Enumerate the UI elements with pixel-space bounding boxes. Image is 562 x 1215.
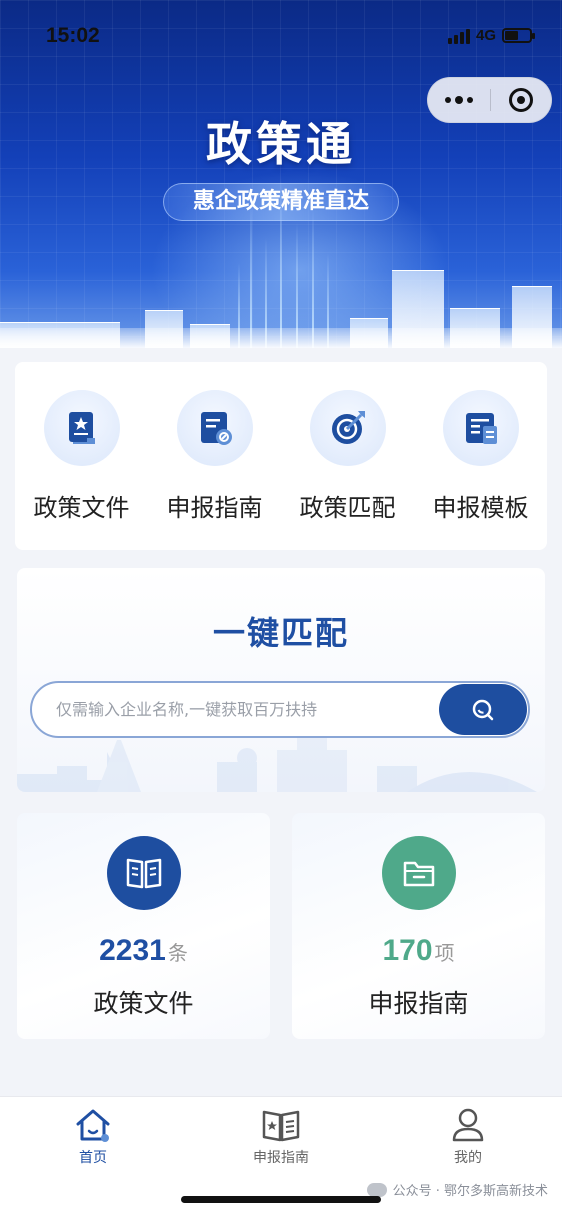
app-subtitle: 惠企政策精准直达 — [163, 183, 399, 221]
dot-icon — [455, 96, 463, 104]
match-title: 一键匹配 — [212, 614, 349, 652]
menu-label: 申报指南 — [166, 494, 263, 522]
light-beam — [312, 208, 314, 348]
signal-icon — [447, 28, 470, 44]
stat-count: 170 项 — [292, 934, 545, 970]
quick-menu: 政策文件 申报指南 政策匹配 申报模板 — [15, 362, 547, 550]
watermark-text: 公众号 · 鄂尔多斯高新技术 — [392, 1184, 548, 1199]
policy-document-icon — [43, 390, 120, 466]
tab-label: 申报指南 — [253, 1150, 309, 1166]
dot-icon — [445, 97, 451, 103]
folder-icon — [381, 836, 456, 910]
dot-icon — [467, 97, 473, 103]
watermark: 公众号 · 鄂尔多斯高新技术 — [366, 1180, 548, 1199]
user-icon — [398, 1105, 538, 1143]
stat-label: 政策文件 — [93, 989, 194, 1018]
policy-count: 2231 — [99, 934, 166, 967]
wechat-icon — [366, 1182, 387, 1197]
tab-label: 我的 — [454, 1150, 482, 1166]
guide-count-unit: 项 — [434, 941, 455, 965]
guide-count: 170 — [382, 934, 433, 967]
menu-item-policy-files[interactable]: 政策文件 — [22, 390, 142, 523]
banner-ground — [0, 328, 562, 348]
open-book-icon — [106, 836, 181, 910]
menu-item-template[interactable]: 申报模板 — [421, 390, 541, 523]
policy-count-unit: 条 — [167, 941, 188, 965]
header-banner: 15:02 4G 政策通 惠企政策精准直达 — [0, 0, 562, 348]
template-icon — [442, 390, 519, 466]
search-bar — [30, 681, 530, 738]
home-indicator — [181, 1196, 381, 1203]
application-guide-icon — [176, 390, 253, 466]
menu-item-application-guide[interactable]: 申报指南 — [155, 390, 275, 523]
battery-icon — [502, 28, 535, 43]
status-icons: 4G — [447, 27, 535, 44]
tab-application-guide[interactable]: 申报指南 — [211, 1105, 351, 1167]
home-icon — [23, 1105, 163, 1143]
menu-label: 政策匹配 — [299, 494, 396, 522]
search-button[interactable] — [439, 684, 527, 735]
menu-label: 申报模板 — [432, 494, 529, 522]
menu-label: 政策文件 — [33, 494, 130, 522]
tab-label: 首页 — [79, 1150, 107, 1166]
target-match-icon — [309, 390, 386, 466]
app-title: 政策通 — [206, 117, 356, 171]
tab-home[interactable]: 首页 — [23, 1105, 163, 1167]
network-label: 4G — [475, 27, 496, 44]
menu-item-policy-match[interactable]: 政策匹配 — [288, 390, 408, 523]
stat-card-policies[interactable]: 2231 条 政策文件 — [17, 813, 270, 1039]
stat-label: 申报指南 — [368, 989, 469, 1018]
company-search-input[interactable] — [56, 683, 426, 736]
guide-book-icon — [211, 1105, 351, 1143]
stat-count: 2231 条 — [17, 934, 270, 970]
one-key-match-card: 一键匹配 — [17, 568, 545, 792]
status-bar: 15:02 4G — [0, 0, 562, 70]
stat-card-guides[interactable]: 170 项 申报指南 — [292, 813, 545, 1039]
status-time: 15:02 — [46, 24, 100, 47]
search-icon — [472, 699, 494, 720]
tab-mine[interactable]: 我的 — [398, 1105, 538, 1167]
